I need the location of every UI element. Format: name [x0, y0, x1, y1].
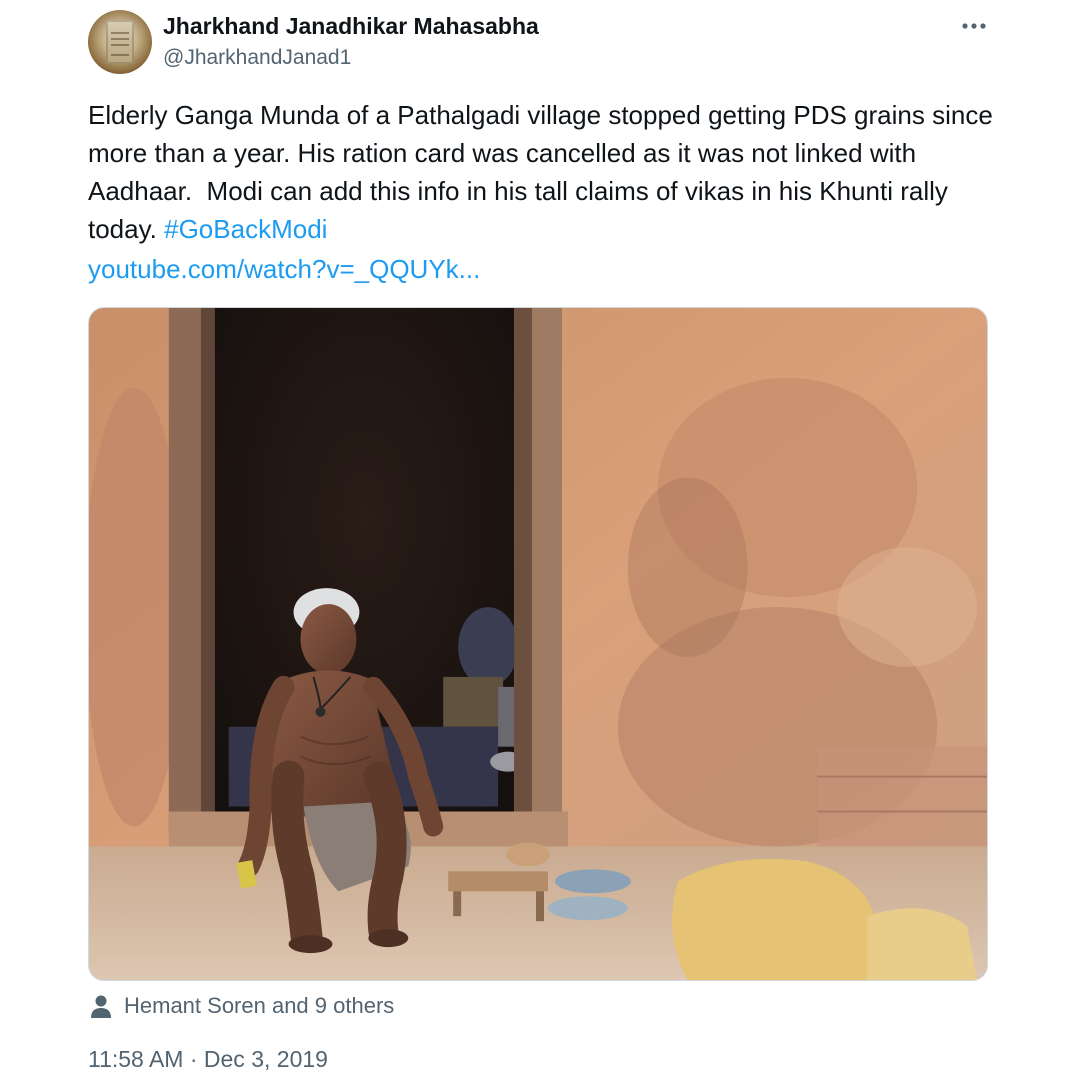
tweet-photo[interactable]: [88, 307, 988, 981]
author-display-name[interactable]: Jharkhand Janadhikar Mahasabha: [163, 13, 539, 40]
more-options-button[interactable]: [954, 10, 994, 42]
photo-elderly-man-at-doorway: [89, 308, 987, 980]
tweet-timestamp[interactable]: 11:58 AM · Dec 3, 2019: [88, 1046, 328, 1073]
liked-by-text: Hemant Soren and 9 others: [124, 993, 395, 1018]
liked-by-row[interactable]: Hemant Soren and 9 others: [88, 990, 394, 1022]
more-horizontal-icon: [962, 23, 986, 29]
avatar-stone-slab: [106, 20, 134, 64]
person-icon: [91, 995, 111, 1018]
author-handle[interactable]: @JharkhandJanad1: [163, 46, 351, 70]
author-avatar[interactable]: [88, 10, 152, 74]
youtube-link[interactable]: youtube.com/watch?v=_QQUYk...: [88, 250, 480, 288]
hashtag-link[interactable]: #GoBackModi: [164, 214, 327, 244]
tweet-text: Elderly Ganga Munda of a Pathalgadi vill…: [88, 96, 998, 248]
